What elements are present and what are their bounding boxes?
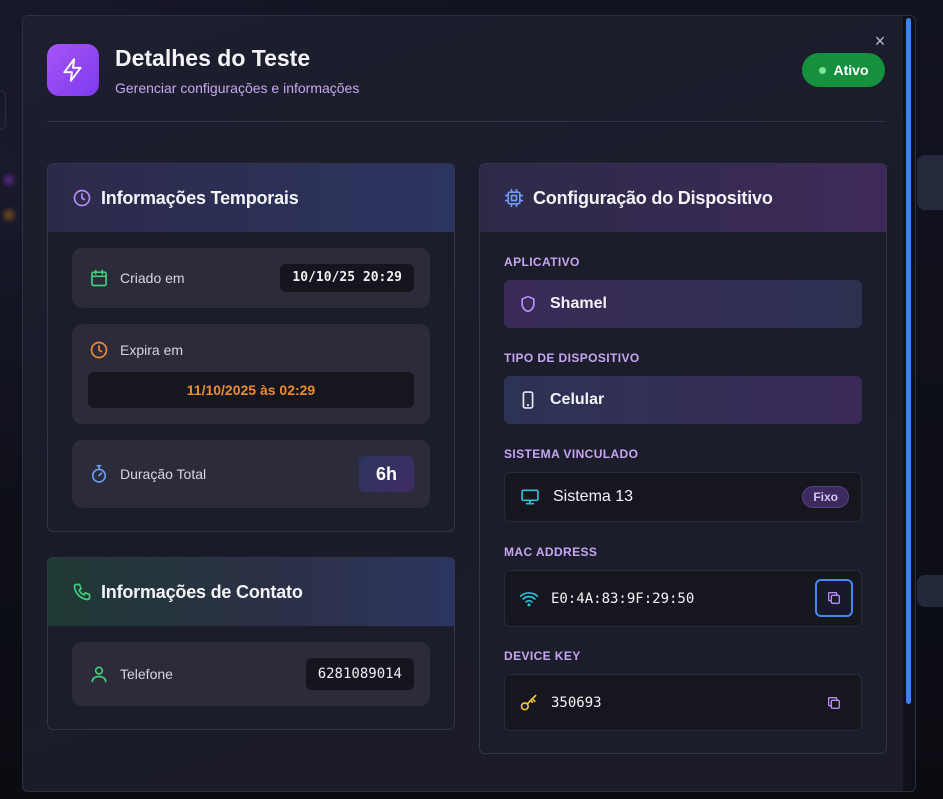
fixed-badge: Fixo [802,486,849,508]
temporal-info-title: Informações Temporais [101,187,299,208]
key-icon [519,693,539,713]
modal-scrollbar[interactable] [903,16,915,791]
duration-label: Duração Total [120,466,207,482]
temporal-info-card: Informações Temporais Criado em 10/10/25… [47,163,455,532]
contact-info-header: Informações de Contato [48,558,454,626]
zap-icon [47,44,99,96]
user-icon [89,664,109,684]
background-panel [0,90,6,130]
device-config-title: Configuração do Dispositivo [533,187,773,208]
timer-icon [89,464,109,484]
status-dot-icon [818,66,826,74]
expires-value: 11/10/2025 às 02:29 [88,372,414,408]
device-type-section-label: TIPO DE DISPOSITIVO [504,351,640,365]
clock-icon [89,340,109,360]
device-config-card: Configuração do Dispositivo APLICATIVO S… [479,163,887,754]
test-details-modal: Detalhes do Teste Gerenciar configuraçõe… [22,15,916,792]
background-panel [917,575,943,607]
system-field: Sistema 13 Fixo [504,472,862,522]
expires-row: Expira em 11/10/2025 às 02:29 [72,324,430,424]
mac-section-label: MAC ADDRESS [504,545,598,559]
contact-info-title: Informações de Contato [101,581,303,602]
duration-row: Duração Total 6h [72,440,430,508]
close-icon[interactable]: × [869,30,891,52]
background-glow [0,206,18,224]
mac-field: E0:4A:83:9F:29:50 [504,570,862,627]
header-divider [47,121,885,122]
modal-title: Detalhes do Teste [115,45,311,71]
app-field: Shamel [504,280,862,328]
phone-icon [72,582,92,602]
duration-value: 6h [359,456,414,492]
phone-value: 6281089014 [305,658,414,690]
status-badge: Ativo [802,53,885,87]
app-section-label: APLICATIVO [504,255,580,269]
contact-info-card: Informações de Contato Telefone 62810890… [47,557,455,730]
created-value: 10/10/25 20:29 [280,264,414,292]
modal-subtitle: Gerenciar configurações e informações [115,80,360,96]
phone-row: Telefone 6281089014 [72,642,430,706]
device-config-header: Configuração do Dispositivo [480,164,886,232]
app-value: Shamel [550,295,607,312]
created-row: Criado em 10/10/25 20:29 [72,248,430,308]
device-key-value: 350693 [551,694,602,711]
status-badge-label: Ativo [833,62,869,78]
system-section-label: SISTEMA VINCULADO [504,447,639,461]
device-key-field: 350693 [504,674,862,731]
device-key-section-label: DEVICE KEY [504,649,581,663]
clock-icon [72,188,92,208]
system-value: Sistema 13 [553,488,634,505]
device-type-field: Celular [504,376,862,424]
copy-icon [828,592,840,604]
copy-icon [828,697,840,709]
modal-header: Detalhes do Teste Gerenciar configuraçõe… [47,31,885,124]
mac-value: E0:4A:83:9F:29:50 [551,590,695,607]
wifi-icon [519,589,539,609]
copy-mac-button[interactable] [815,579,853,617]
device-type-value: Celular [550,391,605,408]
smartphone-icon [518,390,538,410]
expires-label: Expira em [120,342,184,358]
monitor-icon [519,487,541,507]
copy-device-key-button[interactable] [815,684,853,722]
calendar-icon [89,268,109,288]
temporal-info-header: Informações Temporais [48,164,454,232]
created-label: Criado em [120,270,185,286]
cpu-icon [504,188,524,208]
shield-icon [518,294,538,314]
background-glow [0,172,18,188]
background-panel [917,155,943,210]
scrollbar-thumb[interactable] [906,18,911,704]
phone-label: Telefone [120,666,173,682]
